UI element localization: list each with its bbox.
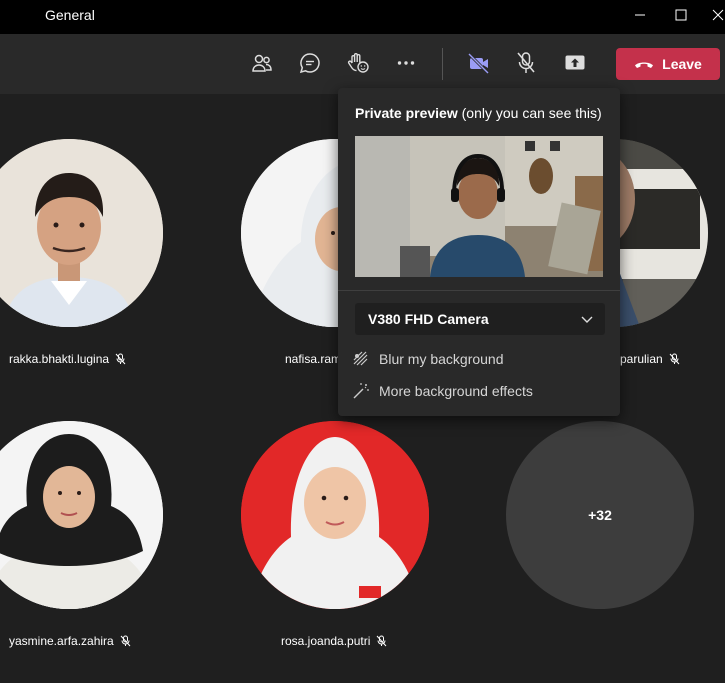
preview-divider	[338, 290, 620, 291]
minimize-icon	[635, 14, 645, 16]
muted-mic-icon	[377, 635, 387, 647]
preview-title: Private preview (only you can see this)	[355, 105, 602, 121]
participant-photo	[0, 139, 163, 327]
participant-video-tile[interactable]	[0, 421, 163, 609]
more-icon	[397, 61, 415, 65]
mic-toggle-button[interactable]	[511, 48, 541, 78]
camera-preview-flyout: Private preview (only you can see this) …	[338, 88, 620, 416]
participant-name: yasmine.arfa.zahira	[9, 634, 114, 648]
share-screen-icon	[565, 55, 585, 70]
participant-name-row: rakka.bhakti.lugina	[9, 352, 126, 366]
participant-photo	[0, 421, 163, 609]
toolbar-divider	[442, 48, 443, 80]
people-icon	[252, 54, 272, 72]
blur-background-label: Blur my background	[379, 351, 504, 367]
more-background-effects-label: More background effects	[379, 383, 533, 399]
magic-wand-icon	[353, 383, 369, 399]
maximize-icon	[675, 9, 687, 21]
participant-name-row: rosa.joanda.putri	[281, 634, 387, 648]
camera-off-icon	[467, 52, 490, 74]
muted-mic-icon	[115, 353, 126, 365]
hang-up-icon	[635, 62, 654, 68]
participant-name: rakka.bhakti.lugina	[9, 352, 110, 366]
blur-background-option[interactable]: Blur my background	[352, 348, 504, 370]
participants-button[interactable]	[247, 48, 277, 78]
reactions-button[interactable]	[343, 48, 373, 78]
raise-hand-icon	[347, 53, 369, 73]
self-video-image	[355, 136, 603, 277]
camera-toggle-button[interactable]	[464, 48, 494, 78]
participant-name: parulian	[620, 352, 663, 366]
participant-name-row: yasmine.arfa.zahira	[9, 634, 131, 648]
participant-name: rosa.joanda.putri	[281, 634, 371, 648]
camera-select-value: V380 FHD Camera	[368, 311, 489, 327]
close-icon	[712, 9, 724, 21]
title-bar: General	[0, 0, 725, 34]
participant-video-tile[interactable]	[241, 421, 429, 609]
participant-name-row: parulian	[620, 352, 680, 366]
blur-icon	[353, 351, 368, 366]
more-participants-tile[interactable]: +32	[506, 421, 694, 609]
more-background-effects-option[interactable]: More background effects	[352, 380, 533, 402]
maximize-button[interactable]	[658, 0, 704, 30]
participant-name-row: nafisa.ram	[285, 352, 341, 366]
share-button[interactable]	[560, 48, 590, 78]
leave-label: Leave	[662, 56, 702, 72]
minimize-button[interactable]	[617, 0, 663, 30]
preview-title-bold: Private preview	[355, 105, 458, 121]
participant-photo	[241, 421, 429, 609]
participant-name: nafisa.ram	[285, 352, 342, 366]
preview-title-note: (only you can see this)	[457, 105, 602, 121]
meeting-toolbar: Leave	[0, 34, 725, 94]
chat-button[interactable]	[295, 48, 325, 78]
chat-icon	[299, 53, 320, 74]
more-actions-button[interactable]	[391, 48, 421, 78]
mic-off-icon	[517, 52, 535, 73]
close-button[interactable]	[708, 0, 725, 30]
chevron-down-icon	[581, 316, 593, 323]
camera-select[interactable]: V380 FHD Camera	[355, 303, 605, 335]
more-participants-count: +32	[588, 507, 612, 523]
participant-video-tile[interactable]	[0, 139, 163, 327]
window-title: General	[45, 7, 95, 23]
self-video-preview	[355, 136, 603, 277]
muted-mic-icon	[669, 353, 680, 365]
muted-mic-icon	[120, 635, 131, 647]
leave-button[interactable]: Leave	[616, 48, 720, 80]
